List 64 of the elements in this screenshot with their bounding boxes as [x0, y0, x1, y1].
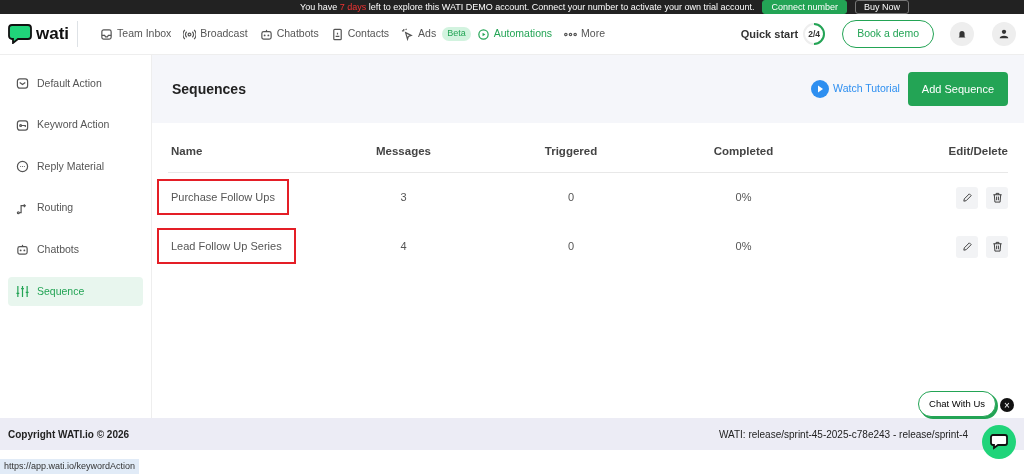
pencil-icon	[961, 241, 973, 252]
delete-button[interactable]	[986, 235, 1008, 258]
table-cell-text: 0	[566, 190, 576, 206]
chat-bubble-icon	[990, 434, 1008, 450]
route-icon	[16, 201, 29, 215]
robot-icon	[16, 243, 29, 257]
table-cell-text: 0%	[734, 190, 753, 206]
column-header: Messages	[375, 143, 432, 159]
inbox-icon	[100, 27, 114, 41]
play-icon	[811, 80, 830, 98]
chat-bubble-icon	[16, 160, 29, 174]
bell-icon	[956, 28, 968, 40]
chat-launcher-button[interactable]	[982, 425, 1016, 459]
column-header: Name	[171, 143, 204, 159]
page-title: Sequences	[172, 79, 247, 99]
sidebar-item[interactable]: Keyword Action	[8, 110, 143, 140]
progress-ring: 2/4	[802, 22, 827, 46]
nav-item[interactable]: More	[558, 26, 611, 42]
status-url: https://app.wati.io/keywordAction	[0, 458, 140, 474]
table-cell: Purchase Follow Ups	[159, 181, 287, 214]
table-cell-text: 4	[399, 239, 408, 255]
envelope-icon	[16, 77, 29, 90]
nav-item[interactable]: Broadcast	[177, 26, 254, 42]
sidebar-item[interactable]: Reply Material	[8, 152, 143, 182]
version-text: WATI: release/sprint-45-2025-c78e243 - release/sprint-4	[719, 427, 968, 442]
logo-text: wati	[36, 23, 70, 46]
column-header: Completed	[712, 143, 775, 159]
nav-item[interactable]: Contacts	[324, 26, 396, 42]
sidebar-item[interactable]: Default Action	[8, 69, 143, 98]
copyright-text: Copyright WATI.io © 2026	[8, 427, 130, 442]
close-button[interactable]: ×	[1000, 398, 1014, 412]
nav-item[interactable]: Team Inbox	[94, 26, 178, 42]
nav-item[interactable]: Ads	[395, 26, 443, 42]
trash-icon	[991, 241, 1003, 252]
delete-button[interactable]	[986, 186, 1008, 209]
pencil-icon	[961, 192, 973, 203]
column-header: Edit/Delete	[947, 143, 1008, 159]
edit-button[interactable]	[956, 235, 978, 258]
profile-button[interactable]	[992, 22, 1016, 46]
table-cell: Lead Follow Up Series	[159, 230, 294, 263]
sidebar-item[interactable]: Chatbots	[8, 235, 143, 265]
notifications-button[interactable]	[950, 22, 974, 46]
user-icon	[998, 28, 1010, 40]
broadcast-icon	[183, 27, 197, 41]
trash-icon	[991, 192, 1003, 203]
key-icon	[16, 118, 29, 132]
quick-start-label: Quick start	[740, 26, 799, 42]
table-cell-text: 0%	[734, 239, 753, 255]
banner-message: You have 7 days left to explore this WATI DEMO account. Connect your number to activate your own trial account.	[300, 1, 755, 14]
table-cell-text: 3	[399, 190, 408, 206]
chat-with-us-button[interactable]: Chat With Us	[918, 391, 996, 418]
buy-button[interactable]: Buy Now	[854, 0, 909, 14]
sidebar-item[interactable]: Routing	[8, 193, 143, 223]
beta-badge: Beta	[442, 27, 471, 41]
play-circle-icon	[476, 27, 490, 41]
sliders-icon	[16, 284, 29, 298]
nav-item[interactable]: Chatbots	[253, 26, 325, 42]
column-header: Triggered	[543, 143, 599, 159]
logo-icon	[8, 24, 32, 44]
contact-card-icon	[330, 27, 344, 41]
cursor-icon	[401, 27, 415, 41]
robot-icon	[259, 27, 273, 41]
edit-button[interactable]	[956, 186, 978, 209]
table-cell-text: 0	[566, 239, 576, 255]
